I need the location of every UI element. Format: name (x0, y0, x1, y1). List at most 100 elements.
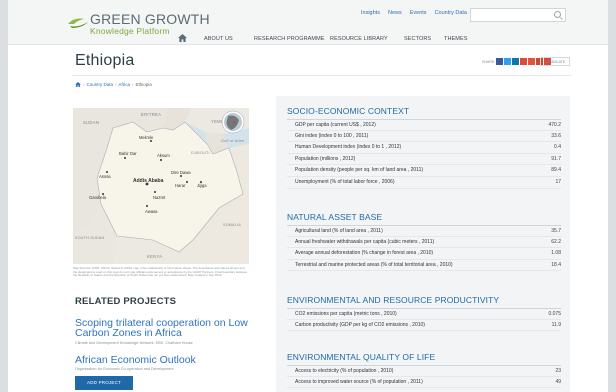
googleplus-icon[interactable] (520, 58, 527, 65)
indicator-label[interactable]: Terrestrial and marine protected areas (… (295, 260, 453, 271)
data-row: CO2 emissions per capita (metric tons , … (287, 308, 561, 320)
related-projects-heading: RELATED PROJECTS (75, 296, 177, 307)
country-data-panel: SOCIO-ECONOMIC CONTEXT GDP per capita (c… (276, 96, 570, 392)
map-city-mekele (150, 140, 152, 142)
map-label-dire-dawa: Dire Dawa (171, 170, 191, 175)
title-divider (72, 75, 572, 76)
facebook-icon[interactable] (496, 58, 503, 65)
section-socio-economic: SOCIO-ECONOMIC CONTEXT GDP per capita (c… (287, 106, 561, 189)
section-heading[interactable]: NATURAL ASSET BASE (287, 212, 561, 225)
nav-themes[interactable]: THEMES (444, 36, 468, 42)
map-label-djibouti: DJIBOUTI (191, 151, 210, 155)
map-label-harar: Harar (175, 183, 186, 188)
indicator-label[interactable]: Carbon productivity (GDP per kg of CO2 e… (295, 320, 425, 331)
email-icon[interactable] (528, 58, 535, 65)
top-links: Insights News Events Country Data (361, 10, 475, 16)
indicator-value: 89.4 (551, 167, 561, 174)
indicator-value: 470.2 (548, 122, 561, 128)
indicator-label[interactable]: Annual freshwater withdrawals per capita… (295, 237, 434, 248)
map-label-aksum: Aksum (157, 153, 170, 158)
breadcrumb-africa[interactable]: Africa (119, 82, 131, 87)
map-label-south-sudan: SOUTH SUDAN (75, 236, 105, 240)
indicator-label[interactable]: Unemployment (% of total labor force , 2… (295, 177, 395, 188)
section-heading[interactable]: SOCIO-ECONOMIC CONTEXT (287, 106, 561, 119)
map-label-jijiga: Jijiga (197, 183, 207, 188)
indicator-value: 0.075 (548, 311, 561, 317)
indicator-value: 1.08 (551, 250, 561, 257)
section-heading[interactable]: ENVIRONMENTAL AND RESOURCE PRODUCTIVITY (287, 295, 561, 308)
twitter-icon[interactable] (504, 58, 511, 65)
locator-globe-icon (221, 110, 245, 134)
nav-sectors[interactable]: SECTORS (404, 36, 431, 42)
top-link-country-data[interactable]: Country Data (435, 10, 467, 16)
indicator-label[interactable]: Human Development index (index 0 to 1 , … (295, 142, 401, 153)
map-image: SUDAN ERITREA YEMEN Gulf of Aden DJIBOUT… (73, 108, 249, 264)
related-project-link[interactable]: African Economic Outlook (75, 354, 196, 366)
map-label-gambela: Gambela (89, 195, 107, 200)
indicator-label[interactable]: Average annual deforestation (% change i… (295, 248, 433, 259)
home-icon[interactable] (178, 34, 187, 42)
logo[interactable]: GREEN GROWTH Knowledge Platform (90, 12, 210, 36)
top-link-news[interactable]: News (388, 10, 402, 16)
top-link-events[interactable]: Events (410, 10, 427, 16)
breadcrumb: › Country Data › Africa › Ethiopia (75, 82, 152, 87)
indicator-value: 17 (555, 178, 561, 185)
data-row: Average annual deforestation (% change i… (287, 248, 561, 260)
section-natural-asset-base: NATURAL ASSET BASE Agricultural land (% … (287, 212, 561, 272)
indicator-label[interactable]: Agricultural land (% of land area , 2011… (295, 226, 383, 237)
indicator-label[interactable]: Gini index (index 0 to 100 , 2011) (295, 131, 368, 142)
data-row: Population (millions , 2012) 91.7 (287, 154, 561, 166)
nav-about-us[interactable]: ABOUT US (204, 36, 233, 42)
indicator-label[interactable]: CO2 emissions per capita (metric tons , … (295, 309, 397, 320)
map-label-sudan: SUDAN (83, 120, 99, 125)
home-icon[interactable] (75, 82, 81, 87)
breadcrumb-ethiopia: Ethiopia (135, 82, 152, 87)
map-label-kenya: KENYA (147, 254, 162, 259)
section-quality-of-life: ENVIRONMENTAL QUALITY OF LIFE Access to … (287, 352, 561, 389)
translate-button[interactable]: TRANSLATE (540, 57, 570, 66)
browser-viewport: GREEN GROWTH Knowledge Platform Insights… (0, 0, 616, 392)
map-label-mekele: Mek'ele (139, 135, 154, 140)
logo-subtitle: Knowledge Platform (90, 26, 170, 36)
indicator-value: 0.4 (554, 144, 561, 151)
indicator-value: 23 (555, 368, 561, 374)
map-city-nazret (154, 191, 156, 193)
map-label-bahir-dar: Bahir Dar (119, 151, 137, 156)
related-project-link[interactable]: Scoping trilateral cooperation on Low Ca… (75, 318, 255, 339)
search-icon[interactable] (554, 11, 561, 18)
page: GREEN GROWTH Knowledge Platform Insights… (8, 0, 608, 392)
map-city-bahir-dar (124, 157, 126, 159)
linkedin-icon[interactable] (512, 58, 519, 65)
data-row: Terrestrial and marine protected areas (… (287, 260, 561, 272)
page-title: Ethiopia (75, 52, 135, 69)
related-project-source: Climate and Development Knowledge Networ… (75, 341, 193, 345)
indicator-label[interactable]: Population density (people per sq. km of… (295, 165, 423, 176)
nav-research-programme[interactable]: RESEARCH PROGRAMME (254, 36, 325, 42)
related-project-source: Organisation for Economic Co-operation a… (75, 367, 174, 371)
nav-resource-library[interactable]: RESOURCE LIBRARY (330, 36, 388, 42)
logo-icon[interactable] (66, 16, 90, 30)
add-project-button[interactable]: ADD PROJECT (75, 376, 133, 390)
indicator-label[interactable]: GDP per capita (current US$ , 2012) (295, 120, 376, 131)
indicator-label[interactable]: Population (millions , 2012) (295, 154, 355, 165)
indicator-label[interactable]: Access to improved water source (% of po… (295, 377, 423, 388)
indicator-value: 18.4 (551, 261, 561, 268)
top-link-insights[interactable]: Insights (361, 10, 380, 16)
country-map[interactable]: SUDAN ERITREA YEMEN Gulf of Aden DJIBOUT… (73, 108, 249, 264)
breadcrumb-country-data[interactable]: Country Data (87, 82, 114, 87)
map-label-nazret: Nazret (153, 195, 166, 200)
data-row: Population density (people per sq. km of… (287, 165, 561, 177)
map-label-addis-ababa: Addis Ababa (133, 178, 164, 184)
map-city-asosa (106, 171, 108, 173)
map-label-eritrea: ERITREA (141, 112, 161, 117)
indicator-value: 49 (555, 378, 561, 385)
section-heading[interactable]: ENVIRONMENTAL QUALITY OF LIFE (287, 352, 561, 365)
indicator-label[interactable]: Access to electricity (% of population ,… (295, 366, 393, 377)
share-label: SHARE: (482, 60, 496, 64)
map-city-aksum (160, 159, 162, 161)
site-header: GREEN GROWTH Knowledge Platform Insights… (8, 0, 608, 45)
data-row: Human Development index (index 0 to 1 , … (287, 142, 561, 154)
section-resource-productivity: ENVIRONMENTAL AND RESOURCE PRODUCTIVITY … (287, 295, 561, 332)
indicator-value: 33.6 (551, 132, 561, 139)
search-input[interactable] (470, 8, 566, 22)
